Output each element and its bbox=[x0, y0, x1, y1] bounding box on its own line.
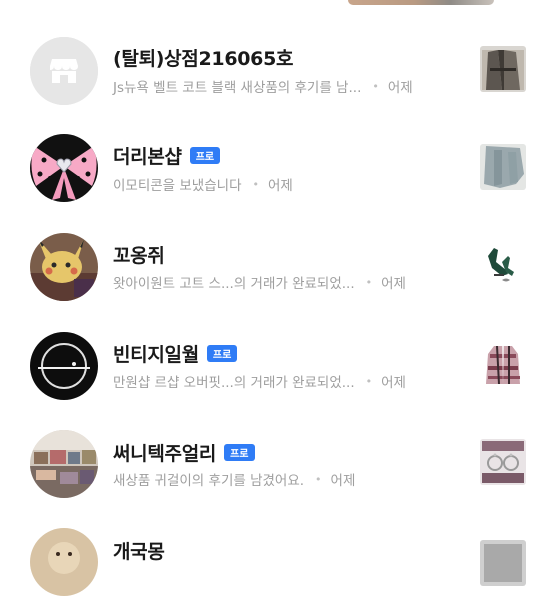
separator-dot: • bbox=[372, 79, 379, 93]
chat-name: 꼬옹쥐 bbox=[113, 244, 165, 267]
separator-dot: • bbox=[252, 177, 260, 191]
separator-dot: • bbox=[365, 275, 373, 289]
chat-item[interactable]: 더리본샵 프로 이모티콘을 보냈습니다 • 어제 bbox=[0, 118, 554, 214]
puppy-photo bbox=[30, 528, 98, 596]
jeans-photo bbox=[480, 144, 526, 190]
chat-name: (탈퇴)상점216065호 bbox=[113, 47, 294, 70]
item-photo bbox=[480, 540, 526, 586]
message-time: 어제 bbox=[268, 178, 293, 194]
pink-ribbon bbox=[30, 134, 98, 202]
chat-name: 더리본샵 bbox=[113, 145, 182, 168]
store-icon bbox=[30, 37, 98, 105]
last-message: 이모티콘을 보냈습니다 bbox=[113, 178, 242, 194]
pikachu-plush bbox=[30, 233, 98, 301]
chat-name: 개국몽 bbox=[113, 540, 165, 563]
chat-item[interactable]: (탈퇴)상점216065호 Js뉴욕 벨트 코트 블랙 새상품의 후기를 남..… bbox=[0, 22, 554, 118]
chat-item[interactable]: 꼬옹쥐 왓아이원트 고트 스...의 거래가 완료되었... • 어제 bbox=[0, 216, 554, 312]
chat-list: (탈퇴)상점216065호 Js뉴욕 벨트 코트 블랙 새상품의 후기를 남..… bbox=[0, 0, 554, 596]
chat-item[interactable]: 빈티지일월 프로 만원샵 르샵 오버핏...의 거래가 완료되었... • 어제 bbox=[0, 314, 554, 410]
separator-dot: • bbox=[365, 374, 373, 388]
message-time: 어제 bbox=[387, 80, 413, 96]
last-message: 왓아이원트 고트 스...의 거래가 완료되었... bbox=[113, 276, 355, 292]
earrings-photo bbox=[480, 439, 526, 485]
separator-dot: • bbox=[315, 472, 322, 486]
shop-photo bbox=[30, 430, 98, 498]
chat-name: 빈티지일월 bbox=[113, 343, 199, 366]
check-coat-photo bbox=[480, 342, 526, 388]
chat-item[interactable]: 개국몽 bbox=[0, 508, 554, 604]
message-time: 어제 bbox=[381, 375, 406, 391]
pro-badge: 프로 bbox=[189, 146, 221, 164]
boots-photo bbox=[480, 242, 526, 288]
message-time: 어제 bbox=[330, 473, 356, 489]
message-time: 어제 bbox=[381, 276, 406, 292]
pro-badge: 프로 bbox=[206, 344, 238, 362]
last-message: 만원샵 르샵 오버핏...의 거래가 완료되었... bbox=[113, 375, 355, 391]
moon-logo bbox=[30, 332, 98, 400]
pro-badge: 프로 bbox=[224, 443, 255, 461]
coat-photo bbox=[480, 46, 526, 92]
last-message: Js뉴욕 벨트 코트 블랙 새상품의 후기를 남... bbox=[113, 80, 362, 96]
chat-name: 써니텍주얼리 bbox=[113, 442, 217, 465]
last-message: 새상품 귀걸이의 후기를 남겼어요. bbox=[113, 473, 305, 489]
chat-item[interactable]: 써니텍주얼리 프로 새상품 귀걸이의 후기를 남겼어요. • 어제 bbox=[0, 411, 554, 507]
